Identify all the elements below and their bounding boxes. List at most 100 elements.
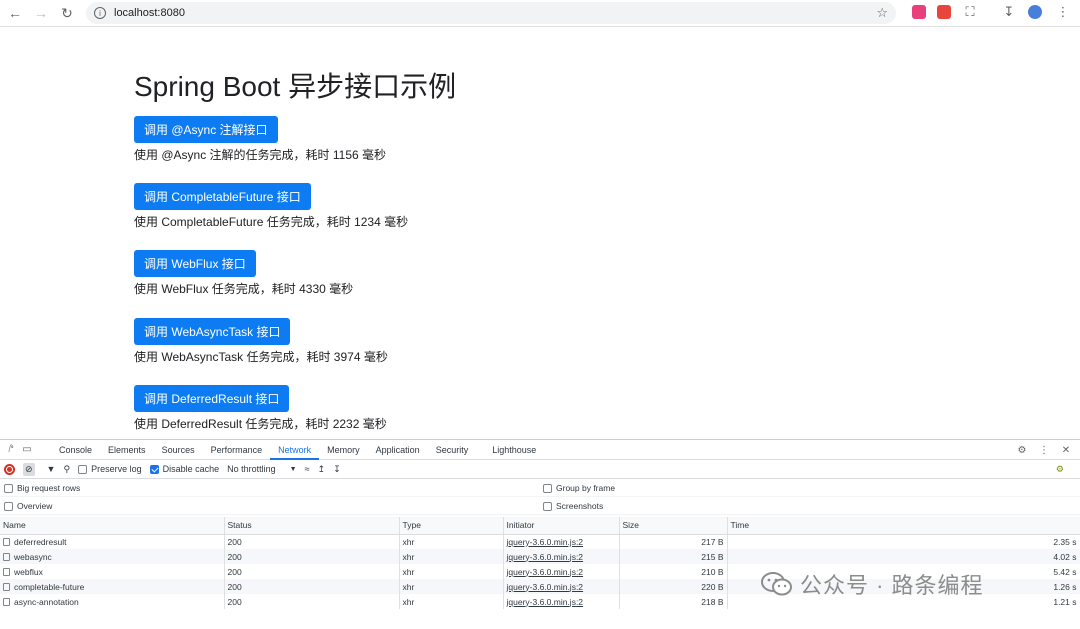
request-status: 200 bbox=[224, 564, 400, 579]
request-type: xhr bbox=[399, 534, 504, 549]
network-settings-gear-icon[interactable]: ⚙ bbox=[1056, 464, 1064, 475]
export-har-icon[interactable]: ↧ bbox=[333, 464, 341, 475]
settings-gear-icon[interactable]: ⚙ bbox=[1014, 442, 1030, 458]
table-row[interactable]: webasync 200 xhr jquery-3.6.0.min.js:2 2… bbox=[0, 549, 1080, 564]
filter-icon[interactable]: ▼ bbox=[47, 464, 56, 474]
big-request-rows-checkbox[interactable]: Big request rows bbox=[4, 483, 80, 493]
request-status: 200 bbox=[224, 549, 400, 564]
more-options-icon[interactable]: ⋮ bbox=[1036, 442, 1052, 458]
request-status: 200 bbox=[224, 579, 400, 594]
bookmark-star-icon[interactable]: ☆ bbox=[876, 5, 888, 21]
tab-performance[interactable]: Performance bbox=[203, 440, 271, 460]
column-header-name[interactable]: Name bbox=[0, 517, 225, 535]
extension-icon[interactable] bbox=[937, 5, 951, 19]
tab-security[interactable]: Security bbox=[428, 440, 477, 460]
record-icon[interactable] bbox=[4, 463, 15, 475]
column-header-initiator[interactable]: Initiator bbox=[503, 517, 620, 535]
throttling-select[interactable]: No throttling ▼ bbox=[227, 464, 296, 474]
document-icon bbox=[3, 582, 10, 591]
column-header-size[interactable]: Size bbox=[619, 517, 728, 535]
deferredresult-result: 使用 DeferredResult 任务完成，耗时 2232 毫秒 bbox=[134, 417, 387, 431]
request-initiator-link[interactable]: jquery-3.6.0.min.js:2 bbox=[503, 534, 620, 549]
call-webflux-button[interactable]: 调用 WebFlux 接口 bbox=[134, 250, 256, 277]
search-icon[interactable]: ⚲ bbox=[63, 464, 70, 475]
request-name-text: async-annotation bbox=[14, 596, 79, 607]
group-by-frame-label: Group by frame bbox=[556, 483, 616, 493]
tab-elements[interactable]: Elements bbox=[100, 440, 154, 460]
request-status: 200 bbox=[224, 534, 400, 549]
screenshots-checkbox[interactable]: Screenshots bbox=[543, 501, 603, 511]
tab-console[interactable]: Console bbox=[51, 440, 100, 460]
avatar[interactable] bbox=[1028, 5, 1042, 19]
menu-dots-icon[interactable]: ⋮ bbox=[1056, 4, 1070, 19]
request-time: 2.35 s bbox=[727, 534, 1080, 549]
request-type: xhr bbox=[399, 579, 504, 594]
screenshots-label: Screenshots bbox=[556, 501, 604, 511]
call-completablefuture-button[interactable]: 调用 CompletableFuture 接口 bbox=[134, 183, 311, 210]
tab-application[interactable]: Application bbox=[368, 440, 428, 460]
overview-label: Overview bbox=[17, 501, 53, 511]
download-icon[interactable]: ↧ bbox=[1002, 4, 1016, 19]
tab-lighthouse[interactable]: Lighthouse bbox=[484, 440, 544, 460]
inspect-element-icon[interactable]: ⭚ bbox=[3, 442, 19, 458]
request-name[interactable]: webasync bbox=[0, 549, 225, 564]
async-result: 使用 @Async 注解的任务完成，耗时 1156 毫秒 bbox=[134, 148, 387, 162]
request-initiator-link[interactable]: jquery-3.6.0.min.js:2 bbox=[503, 549, 620, 564]
watermark: 公众号 · 路条编程 bbox=[760, 568, 984, 600]
clear-icon[interactable]: ⊘ bbox=[23, 462, 35, 476]
request-name[interactable]: webflux bbox=[0, 564, 225, 579]
call-deferredresult-button[interactable]: 调用 DeferredResult 接口 bbox=[134, 385, 290, 412]
webasynctask-result: 使用 WebAsyncTask 任务完成，耗时 3974 毫秒 bbox=[134, 350, 388, 364]
request-initiator-link[interactable]: jquery-3.6.0.min.js:2 bbox=[503, 564, 620, 579]
call-async-button[interactable]: 调用 @Async 注解接口 bbox=[134, 116, 278, 143]
network-toolbar: ⊘ ▼ ⚲ Preserve log Disable cache No thro… bbox=[0, 460, 1080, 479]
tab-sources[interactable]: Sources bbox=[154, 440, 203, 460]
forward-arrow-icon[interactable]: → bbox=[30, 2, 52, 24]
devtools-tabbar: ⭚ ▭ Console Elements Sources Performance… bbox=[0, 439, 1080, 460]
request-name[interactable]: completable-future bbox=[0, 579, 225, 594]
browser-toolbar: ← → ↻ i localhost:8080 ☆ ⛶ ↧ ⋮ bbox=[0, 0, 1080, 27]
page-title: Spring Boot 异步接口示例 bbox=[134, 71, 457, 102]
column-header-status[interactable]: Status bbox=[224, 517, 400, 535]
devtools-panel: ⭚ ▭ Console Elements Sources Performance… bbox=[0, 439, 1080, 629]
page-content: Spring Boot 异步接口示例 调用 @Async 注解接口 使用 @As… bbox=[0, 28, 1080, 438]
request-initiator-link[interactable]: jquery-3.6.0.min.js:2 bbox=[503, 579, 620, 594]
reload-icon[interactable]: ↻ bbox=[56, 2, 78, 24]
network-conditions-icon[interactable]: ≈ bbox=[305, 464, 310, 474]
completablefuture-result: 使用 CompletableFuture 任务完成，耗时 1234 毫秒 bbox=[134, 215, 409, 229]
device-toolbar-icon[interactable]: ▭ bbox=[19, 442, 35, 458]
request-name-text: deferredresult bbox=[14, 536, 67, 547]
url-text: localhost:8080 bbox=[114, 7, 185, 19]
table-header-row: Name Status Type Initiator Size Time bbox=[0, 517, 1080, 535]
request-initiator-link[interactable]: jquery-3.6.0.min.js:2 bbox=[503, 594, 620, 609]
overview-checkbox[interactable]: Overview bbox=[4, 501, 52, 511]
address-bar[interactable]: i localhost:8080 ☆ bbox=[86, 2, 896, 24]
close-icon[interactable]: ✕ bbox=[1058, 442, 1074, 458]
request-name-text: completable-future bbox=[14, 581, 85, 592]
column-header-time[interactable]: Time bbox=[727, 517, 1080, 535]
back-arrow-icon[interactable]: ← bbox=[4, 2, 26, 24]
extension-icon[interactable] bbox=[912, 5, 926, 19]
site-info-icon[interactable]: i bbox=[94, 7, 106, 19]
request-size: 210 B bbox=[619, 564, 728, 579]
tab-network[interactable]: Network bbox=[270, 439, 320, 460]
request-name[interactable]: deferredresult bbox=[0, 534, 225, 549]
request-size: 217 B bbox=[619, 534, 728, 549]
disable-cache-checkbox[interactable]: Disable cache bbox=[149, 464, 219, 474]
extensions-puzzle-icon[interactable]: ⛶ bbox=[963, 4, 977, 19]
request-type: xhr bbox=[399, 594, 504, 609]
import-har-icon[interactable]: ↥ bbox=[318, 464, 326, 475]
group-by-frame-checkbox[interactable]: Group by frame bbox=[543, 483, 615, 493]
request-status: 200 bbox=[224, 594, 400, 609]
tab-memory[interactable]: Memory bbox=[319, 440, 368, 460]
settings-row: Big request rows Group by frame bbox=[0, 479, 1080, 497]
column-header-type[interactable]: Type bbox=[399, 517, 504, 535]
document-icon bbox=[3, 537, 10, 546]
webflux-result: 使用 WebFlux 任务完成，耗时 4330 毫秒 bbox=[134, 282, 354, 296]
table-row[interactable]: deferredresult 200 xhr jquery-3.6.0.min.… bbox=[0, 534, 1080, 549]
request-name[interactable]: async-annotation bbox=[0, 594, 225, 609]
call-webasynctask-button[interactable]: 调用 WebAsyncTask 接口 bbox=[134, 318, 291, 345]
request-size: 220 B bbox=[619, 579, 728, 594]
document-icon bbox=[3, 597, 10, 606]
preserve-log-checkbox[interactable]: Preserve log bbox=[78, 464, 142, 474]
